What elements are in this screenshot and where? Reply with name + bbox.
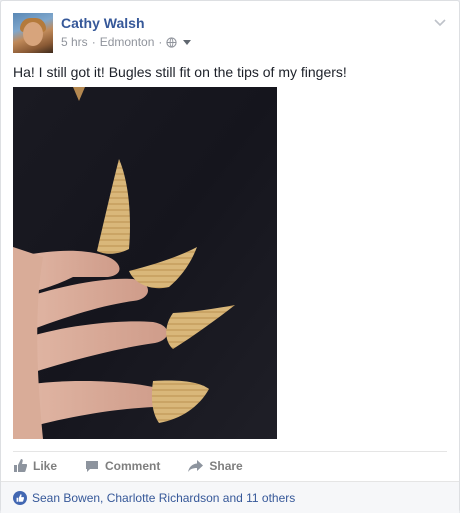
thumbs-up-icon bbox=[14, 459, 27, 472]
post-text: Ha! I still got it! Bugles still fit on … bbox=[13, 64, 347, 80]
author-name[interactable]: Cathy Walsh bbox=[61, 15, 145, 31]
comment-label: Comment bbox=[105, 458, 161, 473]
share-button[interactable]: Share bbox=[188, 458, 243, 473]
author-avatar[interactable] bbox=[13, 13, 53, 53]
share-label: Share bbox=[209, 458, 243, 473]
like-label: Like bbox=[33, 458, 58, 473]
meta-separator: · bbox=[158, 35, 163, 49]
comment-icon bbox=[86, 460, 99, 472]
post-meta: 5 hrs · Edmonton · bbox=[61, 35, 192, 49]
chevron-down-icon[interactable] bbox=[433, 17, 447, 27]
meta-separator: · bbox=[91, 35, 96, 49]
share-icon bbox=[188, 459, 204, 472]
post-location[interactable]: Edmonton bbox=[100, 35, 155, 49]
like-button[interactable]: Like bbox=[13, 459, 57, 473]
post-card: Cathy Walsh 5 hrs · Edmonton · Ha! I sti… bbox=[0, 0, 460, 513]
post-header: Cathy Walsh 5 hrs · Edmonton · bbox=[13, 13, 447, 55]
audience-caret-icon[interactable] bbox=[183, 39, 192, 45]
post-time[interactable]: 5 hrs bbox=[61, 35, 88, 49]
post-photo[interactable] bbox=[13, 87, 277, 439]
reaction-summary: Sean Bowen, Charlotte Richardson and 11 … bbox=[1, 481, 459, 513]
globe-icon[interactable] bbox=[166, 36, 178, 48]
likers-link[interactable]: Sean Bowen, Charlotte Richardson and 11 … bbox=[32, 491, 295, 505]
comment-button[interactable]: Comment bbox=[85, 459, 160, 473]
avatar-face bbox=[23, 22, 43, 46]
post-actions: Like Comment Share bbox=[13, 451, 447, 479]
thumbs-up-icon bbox=[13, 490, 27, 505]
